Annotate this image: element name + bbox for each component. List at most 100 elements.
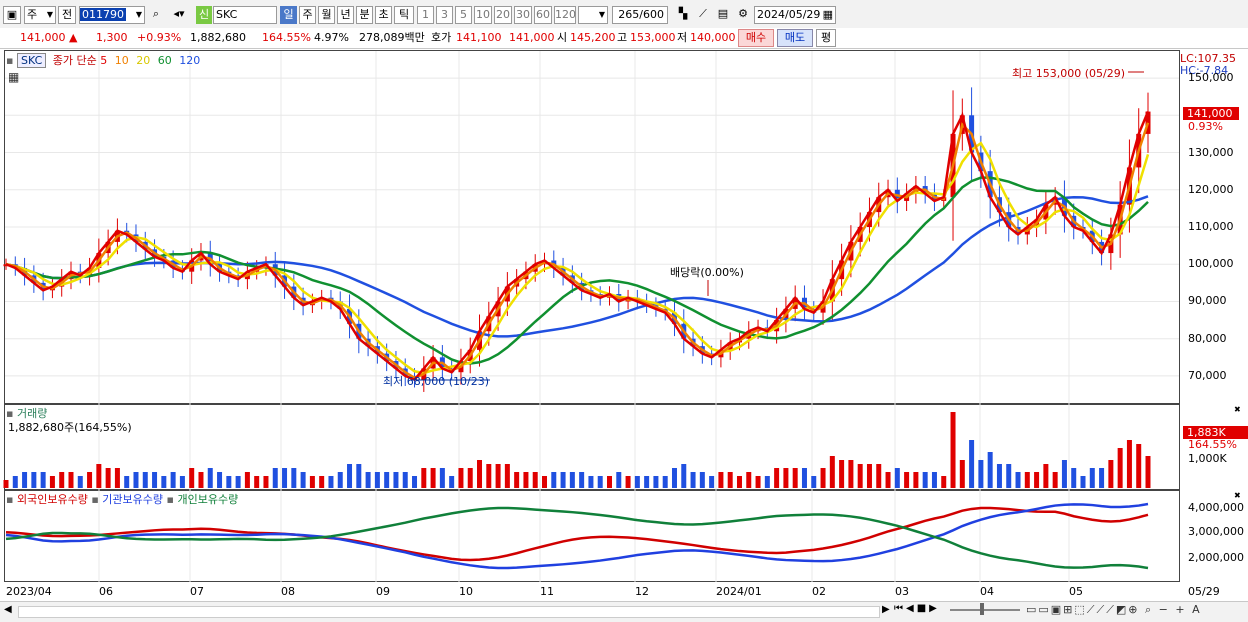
volume-bar[interactable] [170,472,176,488]
volume-bar[interactable] [941,476,947,488]
volume-bar[interactable] [22,472,28,488]
volume-bar[interactable] [31,472,37,488]
volume-bar[interactable] [207,468,213,488]
volume-bar[interactable] [142,472,148,488]
volume-bar[interactable] [755,476,761,488]
volume-bar[interactable] [1071,468,1077,488]
volume-bar[interactable] [217,472,223,488]
volume-bar[interactable] [1080,476,1086,488]
volume-bar[interactable] [987,452,993,488]
volume-bar[interactable] [374,472,380,488]
volume-bar[interactable] [774,468,780,488]
volume-bar[interactable] [467,468,473,488]
volume-bar[interactable] [393,472,399,488]
volume-bar[interactable] [430,468,436,488]
volume-bar[interactable] [254,476,260,488]
volume-bar[interactable] [235,476,241,488]
volume-bar[interactable] [152,472,158,488]
volume-bar[interactable] [328,476,334,488]
volume-bar[interactable] [950,412,956,488]
volume-bar[interactable] [969,440,975,488]
volume-bar[interactable] [1117,448,1123,488]
volume-bar[interactable] [931,472,937,488]
volume-bar[interactable] [792,468,798,488]
scroll-right-icon[interactable]: ▶ [882,604,890,615]
volume-bar[interactable] [699,472,705,488]
volume-bar[interactable] [133,472,139,488]
volume-bar[interactable] [105,468,111,488]
volume-bar[interactable] [1006,464,1012,488]
volume-bar[interactable] [746,472,752,488]
volume-bar[interactable] [309,476,315,488]
volume-bar[interactable] [356,464,362,488]
volume-bar[interactable] [644,476,650,488]
volume-bar[interactable] [12,476,18,488]
volume-bar[interactable] [87,472,93,488]
volume-bar[interactable] [532,472,538,488]
symbol-label[interactable]: SKC [16,53,47,68]
volume-bar[interactable] [727,472,733,488]
table-icon[interactable]: ▦ [8,70,19,84]
volume-bar[interactable] [542,476,548,488]
volume-bar[interactable] [904,472,910,488]
volume-bar[interactable] [551,472,557,488]
volume-bar[interactable] [486,464,492,488]
volume-bar[interactable] [523,472,529,488]
volume-bar[interactable] [477,460,483,488]
volume-bar[interactable] [922,472,928,488]
volume-bar[interactable] [690,472,696,488]
volume-bar[interactable] [124,476,130,488]
volume-bar[interactable] [495,464,501,488]
volume-bar[interactable] [885,472,891,488]
volume-bar[interactable] [421,468,427,488]
volume-bar[interactable] [365,472,371,488]
volume-bar[interactable] [1043,464,1049,488]
volume-bar[interactable] [263,476,269,488]
volume-bar[interactable] [514,472,520,488]
volume-bar[interactable] [913,472,919,488]
volume-bar[interactable] [1052,472,1058,488]
volume-bar[interactable] [337,472,343,488]
volume-bar[interactable] [736,476,742,488]
volume-bar[interactable] [959,460,965,488]
volume-bar[interactable] [1061,460,1067,488]
scroll-track[interactable] [18,606,880,618]
volume-bar[interactable] [634,476,640,488]
volume-bar[interactable] [839,460,845,488]
scroll-left-icon[interactable]: ◀ [4,604,12,615]
volume-bar[interactable] [653,476,659,488]
volume-bar[interactable] [244,472,250,488]
volume-bar[interactable] [801,468,807,488]
volume-bar[interactable] [1015,472,1021,488]
volume-bar[interactable] [764,476,770,488]
zoom-slider[interactable] [950,609,1020,611]
holding-close-icon[interactable]: ✖ [1234,491,1241,500]
volume-bar[interactable] [876,464,882,488]
volume-bar[interactable] [40,472,46,488]
volume-bar[interactable] [412,476,418,488]
volume-close-icon[interactable]: ✖ [1234,405,1241,414]
volume-bar[interactable] [866,464,872,488]
volume-bar[interactable] [829,456,835,488]
volume-bar[interactable] [811,476,817,488]
volume-bar[interactable] [439,468,445,488]
volume-bar[interactable] [848,460,854,488]
volume-bar[interactable] [996,464,1002,488]
volume-bar[interactable] [504,464,510,488]
volume-bar[interactable] [291,468,297,488]
volume-bar[interactable] [569,472,575,488]
volume-bar[interactable] [3,480,9,488]
volume-bar[interactable] [68,472,74,488]
volume-bar[interactable] [1145,456,1151,488]
volume-bar[interactable] [458,468,464,488]
volume-bar[interactable] [560,472,566,488]
chart-tools-icons[interactable]: ▭▭▣⊞⬚⟋⟋⟋◩⊕ ⌕ − + A [1026,603,1202,617]
volume-bar[interactable] [179,476,185,488]
volume-bar[interactable] [1108,460,1114,488]
volume-bar[interactable] [449,476,455,488]
volume-bar[interactable] [347,464,353,488]
volume-bar[interactable] [1089,468,1095,488]
volume-bar[interactable] [820,468,826,488]
zoom-slider-thumb-icon[interactable] [980,603,984,615]
volume-bar[interactable] [114,468,120,488]
